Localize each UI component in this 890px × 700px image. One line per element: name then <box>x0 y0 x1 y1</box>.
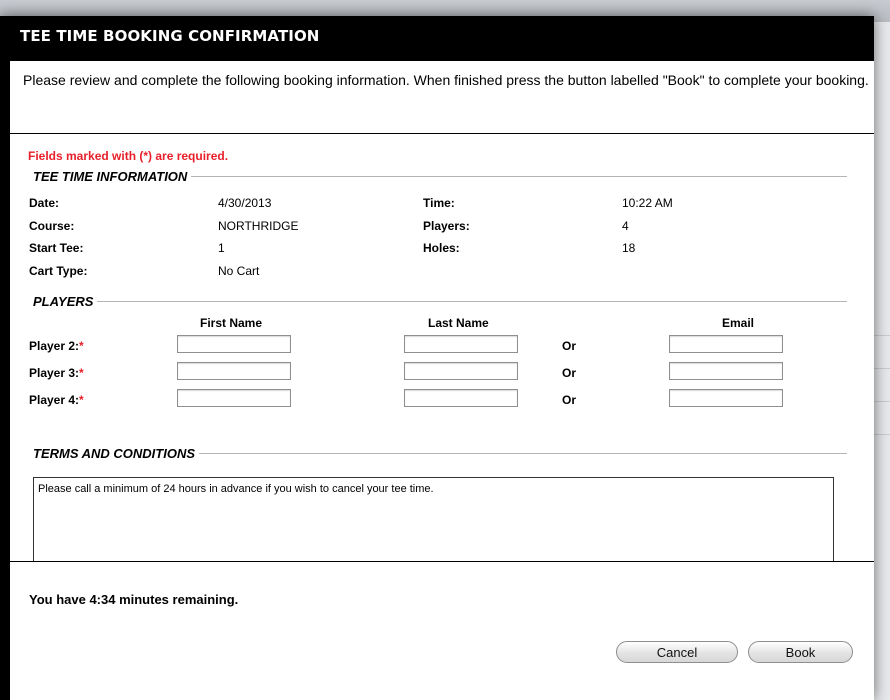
player-3-last-name-input[interactable] <box>404 362 518 380</box>
player-3-or-label: Or <box>562 366 577 380</box>
holes-value: 18 <box>622 241 636 255</box>
player-3-label-text: Player 3: <box>29 366 80 380</box>
time-remaining-text: You have 4:34 minutes remaining. <box>29 592 239 607</box>
players-count-label: Players: <box>423 219 470 233</box>
tee-time-section-header: TEE TIME INFORMATION <box>33 168 847 184</box>
time-label: Time: <box>423 196 455 210</box>
cancel-button[interactable]: Cancel <box>616 641 738 663</box>
required-marker: * <box>79 366 84 380</box>
tee-time-section-title: TEE TIME INFORMATION <box>33 168 188 184</box>
section-divider <box>199 452 847 454</box>
required-marker: * <box>79 339 84 353</box>
background-divider <box>872 434 890 435</box>
players-count-value: 4 <box>622 219 629 233</box>
player-4-or-label: Or <box>562 393 577 407</box>
course-label: Course: <box>29 219 75 233</box>
terms-text-box[interactable]: Please call a minimum of 24 hours in adv… <box>33 477 834 561</box>
last-name-column-header: Last Name <box>428 316 489 330</box>
background-divider <box>872 335 890 336</box>
date-label: Date: <box>29 196 60 210</box>
player-3-label: Player 3:* <box>29 366 84 380</box>
cart-type-value: No Cart <box>218 264 260 278</box>
course-value: NORTHRIDGE <box>218 219 299 233</box>
email-column-header: Email <box>722 316 755 330</box>
players-section-header: PLAYERS <box>33 293 847 309</box>
booking-form: Fields marked with (*) are required. TEE… <box>10 134 874 561</box>
intro-panel: Please review and complete the following… <box>10 61 874 133</box>
start-tee-label: Start Tee: <box>29 241 84 255</box>
player-4-label: Player 4:* <box>29 393 84 407</box>
section-divider <box>97 300 847 302</box>
player-4-first-name-input[interactable] <box>177 389 291 407</box>
players-section-title: PLAYERS <box>33 293 94 309</box>
required-marker: * <box>79 393 84 407</box>
player-2-first-name-input[interactable] <box>177 335 291 353</box>
section-divider <box>191 175 847 177</box>
player-2-email-input[interactable] <box>669 335 783 353</box>
player-2-label: Player 2:* <box>29 339 84 353</box>
booking-confirmation-dialog: TEE TIME BOOKING CONFIRMATION Please rev… <box>0 16 874 700</box>
background-divider <box>872 401 890 402</box>
terms-text: Please call a minimum of 24 hours in adv… <box>38 483 434 495</box>
first-name-column-header: First Name <box>200 316 263 330</box>
background-divider <box>872 368 890 369</box>
dialog-title: TEE TIME BOOKING CONFIRMATION <box>20 27 320 45</box>
terms-section-title: TERMS AND CONDITIONS <box>33 445 196 461</box>
required-fields-note: Fields marked with (*) are required. <box>28 149 229 163</box>
player-4-label-text: Player 4: <box>29 393 80 407</box>
player-3-first-name-input[interactable] <box>177 362 291 380</box>
player-4-last-name-input[interactable] <box>404 389 518 407</box>
holes-label: Holes: <box>423 241 460 255</box>
book-button[interactable]: Book <box>748 641 853 663</box>
player-2-or-label: Or <box>562 339 577 353</box>
start-tee-value: 1 <box>218 241 225 255</box>
cart-type-label: Cart Type: <box>29 264 88 278</box>
terms-section-header: TERMS AND CONDITIONS <box>33 445 847 461</box>
date-value: 4/30/2013 <box>218 196 272 210</box>
player-2-label-text: Player 2: <box>29 339 80 353</box>
time-value: 10:22 AM <box>622 196 673 210</box>
player-3-email-input[interactable] <box>669 362 783 380</box>
intro-text: Please review and complete the following… <box>23 72 869 88</box>
dialog-footer: You have 4:34 minutes remaining. Cancel … <box>10 562 874 700</box>
player-2-last-name-input[interactable] <box>404 335 518 353</box>
player-4-email-input[interactable] <box>669 389 783 407</box>
